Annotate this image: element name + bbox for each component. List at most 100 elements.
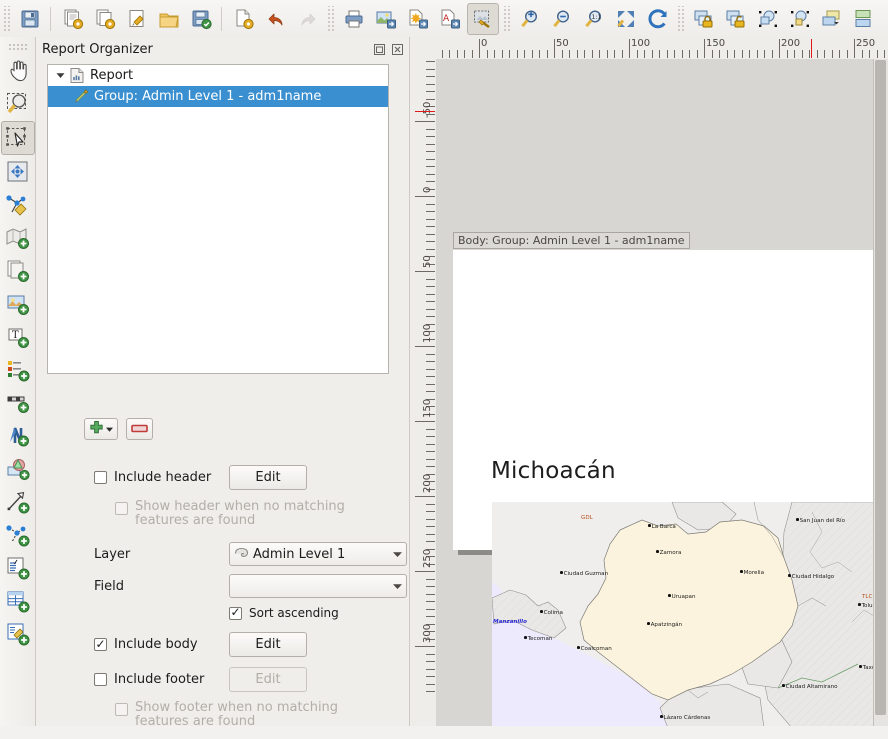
edit-nodes-tool[interactable] (2, 189, 34, 221)
vertical-ruler[interactable]: -50050100150200250300 (410, 59, 437, 726)
ruler-tick (839, 50, 840, 58)
city-marker-icon (540, 610, 543, 613)
zoom-actual-button[interactable]: 1:1 (579, 4, 609, 34)
add-shape-tool[interactable] (2, 453, 34, 485)
move-item-content-tool[interactable] (2, 156, 34, 188)
show-footer-label: Show footer when no matching features ar… (135, 701, 338, 729)
ruler-tick (862, 50, 863, 58)
zoom-in-button[interactable] (515, 4, 545, 34)
zoom-full-button[interactable] (611, 4, 641, 34)
footer-edit-button: Edit (229, 667, 307, 692)
select-move-item-tool[interactable] (1, 121, 35, 155)
chevron-down-icon[interactable] (393, 579, 402, 594)
ruler-label: 0 (481, 38, 487, 49)
checkbox-box[interactable] (94, 638, 107, 651)
include-header-checkbox[interactable]: Include header (94, 470, 229, 485)
layout-manager-button[interactable] (122, 4, 152, 34)
body-edit-button[interactable]: Edit (229, 632, 307, 657)
city-marker-icon (788, 574, 791, 577)
add-north-arrow-tool[interactable] (2, 420, 34, 452)
tree-item-group[interactable]: Group: Admin Level 1 - adm1name (48, 86, 388, 107)
export-pdf-button[interactable]: A (435, 4, 465, 34)
report-page[interactable]: Michoacán (453, 250, 888, 550)
report-tree[interactable]: Report Group: Admin Level 1 - adm1name (47, 64, 389, 374)
chevron-down-icon[interactable] (52, 71, 68, 80)
layout-scene[interactable]: Body: Group: Admin Level 1 - adm1name Mi… (436, 59, 888, 726)
ruler-tick (659, 50, 660, 58)
align-items-button[interactable] (849, 4, 879, 34)
export-svg-button[interactable] (403, 4, 433, 34)
toolbar-grip[interactable] (8, 43, 28, 51)
svg-text:A: A (443, 14, 450, 24)
chevron-down-icon[interactable] (106, 422, 113, 436)
add-arrow-tool[interactable] (2, 486, 34, 518)
ruler-tick (614, 50, 615, 58)
ruler-tick (426, 211, 435, 212)
close-dock-icon[interactable] (390, 42, 405, 57)
report-settings-button[interactable] (467, 3, 499, 35)
add-map-tool[interactable] (2, 222, 34, 254)
add-section-button[interactable] (84, 418, 118, 440)
toolbar-grip[interactable] (677, 6, 685, 32)
field-combobox[interactable] (229, 574, 407, 598)
add-legend-tool[interactable] (2, 354, 34, 386)
save-as-template-button[interactable] (186, 4, 216, 34)
duplicate-layout-button[interactable] (90, 4, 120, 34)
toolbar-grip[interactable] (3, 6, 11, 32)
group-items-button[interactable] (753, 4, 783, 34)
ruler-tick (415, 496, 435, 497)
zoom-out-button[interactable] (547, 4, 577, 34)
add-scalebar-tool[interactable] (2, 387, 34, 419)
include-footer-checkbox[interactable]: Include footer (94, 672, 229, 687)
pan-tool[interactable] (2, 55, 34, 87)
ruler-tick (442, 50, 443, 58)
include-body-checkbox[interactable]: Include body (94, 637, 229, 652)
header-edit-button[interactable]: Edit (229, 465, 307, 490)
new-report-button[interactable] (58, 4, 88, 34)
scrollbar-thumb[interactable] (875, 60, 886, 715)
zoom-tool[interactable] (2, 88, 34, 120)
new-layout-button[interactable] (229, 4, 259, 34)
report-icon (68, 68, 86, 83)
map-city-label: Apatzingán (647, 622, 682, 628)
add-attribute-table-tool[interactable] (2, 618, 34, 650)
canvas-vertical-scrollbar[interactable] (873, 59, 888, 726)
unlock-items-button[interactable] (721, 4, 751, 34)
ruler-tick (426, 684, 435, 685)
redo-button[interactable] (293, 4, 323, 34)
raise-items-button[interactable] (817, 4, 847, 34)
add-table-tool[interactable] (2, 585, 34, 617)
sort-ascending-checkbox[interactable]: Sort ascending (229, 606, 339, 620)
include-footer-row: Include footer Edit (94, 667, 424, 692)
print-button[interactable] (339, 4, 369, 34)
lock-items-button[interactable] (689, 4, 719, 34)
add-page-tool[interactable] (2, 255, 34, 287)
save-project-button[interactable] (15, 4, 45, 34)
horizontal-ruler[interactable]: 050100150200250 (436, 37, 888, 60)
ruler-tick (599, 50, 600, 58)
ruler-tick (426, 504, 435, 505)
open-template-button[interactable] (154, 4, 184, 34)
toolbar-grip[interactable] (503, 6, 511, 32)
float-dock-icon[interactable] (372, 42, 387, 57)
add-label-tool[interactable]: T (2, 321, 34, 353)
refresh-view-button[interactable] (643, 4, 673, 34)
chevron-down-icon[interactable] (393, 547, 402, 562)
ruler-tick (426, 181, 435, 182)
toolbar-grip[interactable] (327, 6, 335, 32)
add-node-item-tool[interactable] (2, 519, 34, 551)
map-item[interactable]: GDLLa BarcaSan Juan del RíoZamoraCiudad … (492, 502, 878, 726)
checkbox-box[interactable] (94, 471, 107, 484)
ungroup-items-button[interactable] (785, 4, 815, 34)
add-picture-tool[interactable] (2, 288, 34, 320)
checkbox-box[interactable] (94, 673, 107, 686)
checkbox-box[interactable] (229, 607, 242, 620)
layer-combobox[interactable]: Admin Level 1 (229, 542, 407, 566)
tree-item-report[interactable]: Report (48, 65, 388, 86)
remove-section-button[interactable] (126, 418, 153, 440)
undo-button[interactable] (261, 4, 291, 34)
field-label: Field (94, 579, 229, 594)
city-marker-icon (660, 715, 663, 718)
add-html-tool[interactable] (2, 552, 34, 584)
export-image-button[interactable] (371, 4, 401, 34)
